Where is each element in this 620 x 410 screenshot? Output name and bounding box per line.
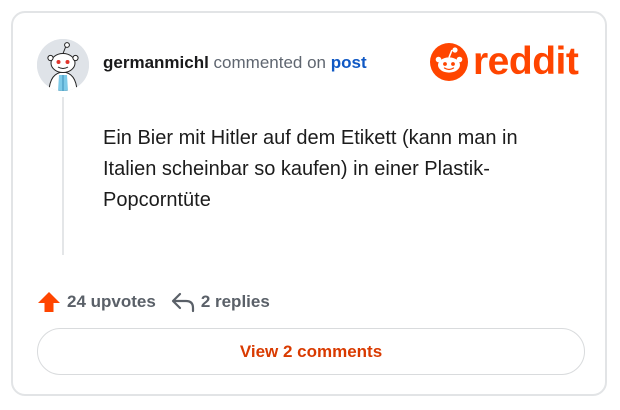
reddit-logo-text: reddit (473, 40, 579, 83)
reddit-snoo-icon (430, 43, 468, 81)
view-comments-button[interactable]: View 2 comments (37, 328, 585, 375)
snoo-avatar-icon (37, 39, 89, 91)
replies-action[interactable]: 2 replies (170, 291, 270, 313)
comment-body: Ein Bier mit Hitler auf dem Etikett (kan… (103, 127, 518, 211)
comment-header: germanmichl commented on post (103, 51, 367, 75)
comment-actions: 24 upvotes 2 replies (37, 289, 270, 315)
username[interactable]: germanmichl (103, 53, 209, 72)
comment-card: germanmichl commented on post reddit Ein… (11, 11, 607, 396)
commented-on-text: commented on (213, 53, 326, 72)
replies-label: 2 replies (200, 292, 270, 311)
post-link[interactable]: post (331, 53, 367, 72)
upvotes-label: 24 upvotes (67, 292, 156, 311)
reply-arrow-icon (171, 292, 194, 313)
avatar[interactable] (37, 39, 89, 91)
thread-line (62, 97, 64, 255)
upvote-action[interactable]: 24 upvotes (37, 291, 156, 313)
upvote-arrow-icon (38, 292, 60, 312)
reddit-logo[interactable]: reddit (429, 40, 579, 83)
